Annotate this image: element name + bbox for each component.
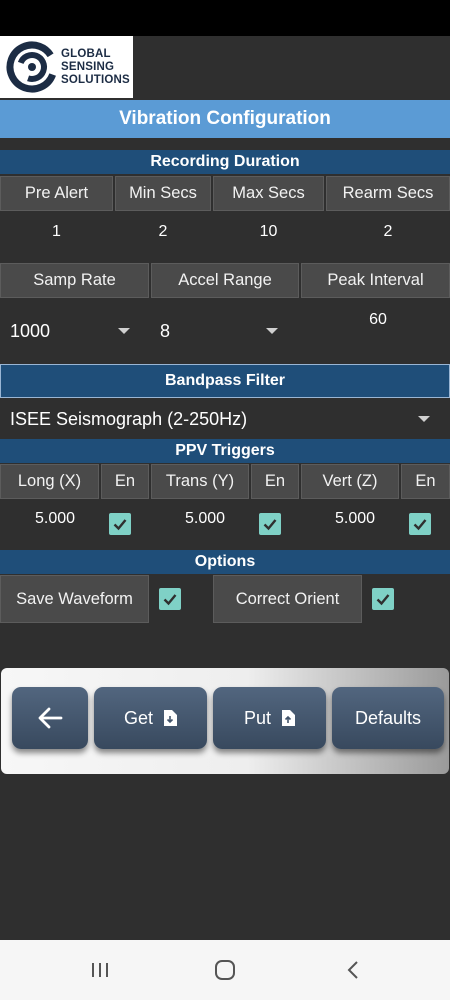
file-upload-icon <box>282 710 296 726</box>
defaults-button[interactable]: Defaults <box>332 687 444 749</box>
trans-y-en-label: En <box>251 464 299 499</box>
samp-rate-selected: 1000 <box>10 320 51 341</box>
max-secs-value[interactable]: 10 <box>213 223 324 241</box>
check-icon <box>413 519 427 531</box>
back-button[interactable] <box>12 687 88 749</box>
ppv-triggers-header: PPV Triggers <box>0 439 450 463</box>
bandpass-filter-header: Bandpass Filter <box>0 364 450 398</box>
max-secs-label: Max Secs <box>213 176 324 211</box>
recording-duration-header: Recording Duration <box>0 150 450 174</box>
status-bar <box>0 0 450 36</box>
logo-line-2: SENSING <box>61 60 115 73</box>
min-secs-label: Min Secs <box>115 176 211 211</box>
accel-range-selected: 8 <box>160 320 171 341</box>
accel-range-dropdown[interactable]: 8 <box>160 318 278 344</box>
long-x-value[interactable]: 5.000 <box>5 510 105 528</box>
get-button-label: Get <box>123 707 153 728</box>
gss-logo-icon <box>6 41 58 93</box>
samp-rate-label: Samp Rate <box>0 263 149 298</box>
check-icon <box>113 519 127 531</box>
long-x-en-label: En <box>101 464 149 499</box>
save-waveform-checkbox[interactable] <box>159 588 181 610</box>
vert-z-en-label: En <box>401 464 450 499</box>
chevron-down-icon <box>418 416 430 422</box>
logo-line-3: SOLUTIONS <box>61 73 130 86</box>
recents-icon[interactable] <box>80 940 120 1000</box>
accel-range-label: Accel Range <box>151 263 299 298</box>
rearm-secs-value[interactable]: 2 <box>326 223 450 241</box>
system-nav-bar <box>0 940 450 1000</box>
file-download-icon <box>164 710 177 726</box>
min-secs-value[interactable]: 2 <box>115 223 211 241</box>
page-title: Vibration Configuration <box>0 100 450 138</box>
chevron-down-icon <box>266 328 278 334</box>
rearm-secs-label: Rearm Secs <box>326 176 450 211</box>
company-logo: GLOBAL SENSING SOLUTIONS <box>0 36 133 98</box>
trans-y-enable-checkbox[interactable] <box>259 513 281 535</box>
long-x-label: Long (X) <box>0 464 99 499</box>
trans-y-label: Trans (Y) <box>151 464 249 499</box>
check-icon <box>163 594 177 606</box>
save-waveform-label: Save Waveform <box>0 575 149 623</box>
trans-y-value[interactable]: 5.000 <box>155 510 255 528</box>
pre-alert-value[interactable]: 1 <box>0 223 113 241</box>
vert-z-value[interactable]: 5.000 <box>305 510 405 528</box>
correct-orient-label: Correct Orient <box>213 575 362 623</box>
logo-line-1: GLOBAL <box>61 47 111 60</box>
get-button[interactable]: Get <box>94 687 207 749</box>
home-icon[interactable] <box>205 940 245 1000</box>
arrow-left-icon <box>38 707 63 729</box>
options-header: Options <box>0 550 450 574</box>
put-button[interactable]: Put <box>213 687 326 749</box>
check-icon <box>376 594 390 606</box>
vert-z-enable-checkbox[interactable] <box>409 513 431 535</box>
long-x-enable-checkbox[interactable] <box>109 513 131 535</box>
chevron-down-icon <box>118 328 130 334</box>
correct-orient-checkbox[interactable] <box>372 588 394 610</box>
bandpass-filter-selected: ISEE Seismograph (2-250Hz) <box>10 408 248 429</box>
put-button-label: Put <box>243 707 272 728</box>
action-button-panel: Get Put Defaults <box>1 668 449 774</box>
samp-rate-dropdown[interactable]: 1000 <box>10 318 130 344</box>
check-icon <box>263 519 277 531</box>
defaults-button-label: Defaults <box>354 707 422 728</box>
peak-interval-label: Peak Interval <box>301 263 450 298</box>
logo-wordmark: GLOBAL SENSING SOLUTIONS <box>61 48 130 87</box>
vert-z-label: Vert (Z) <box>301 464 399 499</box>
pre-alert-label: Pre Alert <box>0 176 113 211</box>
bandpass-filter-dropdown[interactable]: ISEE Seismograph (2-250Hz) <box>10 405 430 433</box>
back-chevron-icon[interactable] <box>333 940 373 1000</box>
peak-interval-value[interactable]: 60 <box>328 311 428 329</box>
